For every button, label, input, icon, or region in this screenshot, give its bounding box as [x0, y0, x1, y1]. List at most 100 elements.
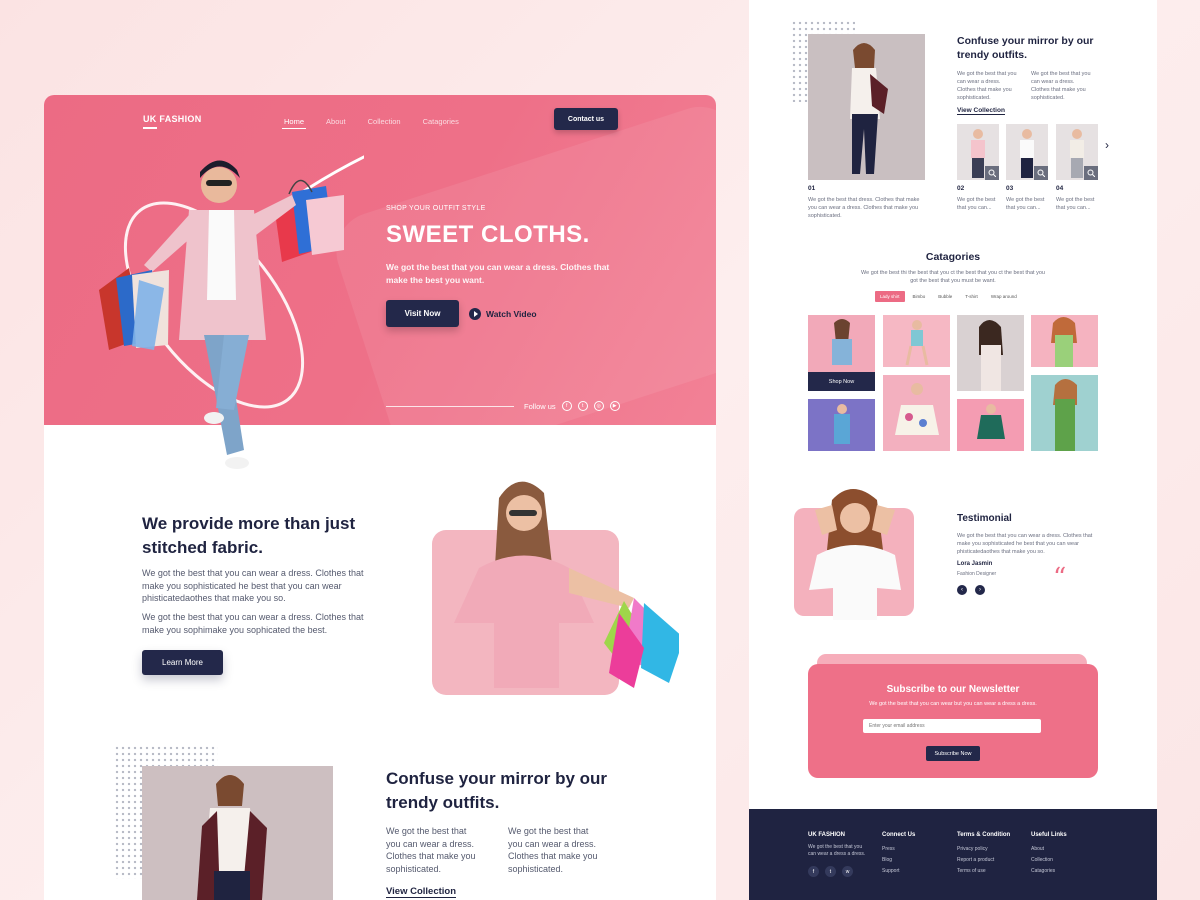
- category-tile[interactable]: [1031, 315, 1098, 367]
- outfit-photo: [142, 766, 333, 900]
- testimonial-role: Fashion Designer: [957, 571, 997, 577]
- footer-link-about[interactable]: About: [1031, 846, 1067, 852]
- next-arrow-icon[interactable]: ›: [975, 585, 985, 595]
- twitter-icon[interactable]: t: [825, 866, 836, 877]
- outfits-col-1: We got the best that you can wear a dres…: [386, 826, 476, 874]
- subscribe-button[interactable]: Subscribe Now: [926, 746, 980, 761]
- footer-connect: Connect Us Press Blog Support: [882, 832, 915, 879]
- category-tile[interactable]: [1031, 375, 1098, 451]
- chevron-right-icon[interactable]: ›: [1105, 138, 1109, 152]
- footer-useful: Useful Links About Collection Catagories: [1031, 832, 1067, 879]
- nav-about[interactable]: About: [326, 117, 346, 126]
- outfits-title: Confuse your mirror by our trendy outfit…: [957, 35, 1094, 61]
- twitter-icon[interactable]: t: [577, 401, 588, 411]
- outfit-main-photo[interactable]: [808, 34, 925, 180]
- footer-logo[interactable]: UK FASHION: [808, 832, 870, 838]
- testimonial-text: We got the best that you can wear a dres…: [957, 533, 1093, 555]
- view-collection-link[interactable]: View Collection: [957, 107, 1005, 115]
- shop-now-button[interactable]: Shop Now: [808, 372, 875, 391]
- follow-us: Follow us f t ◎ ▶: [386, 401, 620, 411]
- outfit-thumb-03[interactable]: [1006, 124, 1048, 180]
- footer-heading: Useful Links: [1031, 832, 1067, 838]
- outfit-thumb-04[interactable]: [1056, 124, 1098, 180]
- contact-button[interactable]: Contact us: [554, 108, 618, 130]
- footer-link-report[interactable]: Report a product: [957, 857, 1010, 863]
- zoom-icon[interactable]: [1084, 166, 1098, 180]
- youtube-icon[interactable]: ▶: [609, 401, 620, 411]
- outfit-num-02: 02: [957, 185, 965, 192]
- outfit-desc-01: We got the best that dress. Clothes that…: [808, 197, 920, 219]
- zoom-icon[interactable]: [1034, 166, 1048, 180]
- category-tabs: Lady shirt Bimbo Bubble T-shirt Wrap aro…: [875, 291, 1022, 302]
- nav-categories[interactable]: Catagories: [423, 117, 459, 126]
- testimonial-name: Lora Jasmin: [957, 561, 993, 567]
- testimonial-model-image: [809, 489, 901, 620]
- category-tile[interactable]: [808, 399, 875, 451]
- category-tile[interactable]: [883, 315, 950, 367]
- footer-link-press[interactable]: Press: [882, 846, 915, 852]
- divider: [386, 405, 514, 407]
- outfit-num-01: 01: [808, 185, 816, 192]
- footer-heading: Terms & Condition: [957, 832, 1011, 838]
- zoom-icon[interactable]: [985, 166, 999, 180]
- prev-arrow-icon[interactable]: ‹: [957, 585, 967, 595]
- footer-terms: Terms & Condition Privacy policy Report …: [957, 832, 1010, 879]
- outfit-desc-03: We got the best that you can...: [1006, 197, 1045, 211]
- about-title: We provide more than just stitched fabri…: [142, 514, 356, 557]
- footer-desc: We got the best that you can wear a dres…: [808, 844, 866, 857]
- footer-link-collection[interactable]: Collection: [1031, 857, 1067, 863]
- view-collection-link[interactable]: View Collection: [386, 886, 457, 898]
- watch-video-label: Watch Video: [486, 309, 537, 319]
- footer-link-support[interactable]: Support: [882, 868, 915, 874]
- outfits-col-2: We got the best that you can wear a dres…: [508, 826, 598, 874]
- about-model-image: [454, 481, 679, 688]
- categories-desc: We got the best thi the best that you ct…: [861, 270, 1045, 284]
- footer-link-privacy[interactable]: Privacy policy: [957, 846, 1010, 852]
- testimonial-title: Testimonial: [957, 513, 1012, 524]
- hero-model-image: [99, 155, 364, 469]
- newsletter-subtitle: We got the best that you can wear but yo…: [869, 701, 1037, 707]
- nav-home[interactable]: Home: [281, 117, 307, 129]
- landing-page-left: UK FASHION Home About Collection Catagor…: [44, 95, 716, 900]
- main-nav: Home About Collection Catagories: [281, 117, 459, 129]
- outfits-title: Confuse your mirror by our trendy outfit…: [386, 769, 608, 812]
- watch-video-link[interactable]: Watch Video: [469, 308, 537, 320]
- about-paragraph-2: We got the best that you can wear a dres…: [142, 612, 364, 635]
- outfit-thumb-02[interactable]: [957, 124, 999, 180]
- outfits-col-1: We got the best that you can wear a dres…: [957, 71, 1017, 101]
- outfit-desc-02: We got the best that you can...: [957, 197, 996, 211]
- logo[interactable]: UK FASHION: [143, 114, 202, 129]
- category-tile[interactable]: [883, 375, 950, 451]
- tab-lady-shirt[interactable]: Lady shirt: [875, 291, 905, 302]
- category-tile[interactable]: [957, 315, 1024, 391]
- footer-link-categories[interactable]: Catagories: [1031, 868, 1067, 874]
- email-field[interactable]: [863, 719, 1041, 733]
- footer-link-blog[interactable]: Blog: [882, 857, 915, 863]
- footer-heading: Connect Us: [882, 832, 916, 838]
- footer-social: f t w: [808, 866, 870, 877]
- category-tile[interactable]: Shop Now: [808, 315, 875, 391]
- newsletter-title: Subscribe to our Newsletter: [886, 684, 1020, 695]
- facebook-icon[interactable]: f: [561, 401, 572, 411]
- hero-title: SWEET CLOTHS.: [386, 221, 590, 248]
- instagram-icon[interactable]: ◎: [593, 401, 604, 411]
- outfit-num-04: 04: [1056, 185, 1064, 192]
- tab-wrap-around[interactable]: Wrap around: [985, 291, 1022, 302]
- tab-bubble[interactable]: Bubble: [933, 291, 958, 302]
- newsletter-card: Subscribe to our Newsletter We got the b…: [808, 664, 1098, 778]
- category-tile[interactable]: [957, 399, 1024, 451]
- whatsapp-icon[interactable]: w: [842, 866, 853, 877]
- nav-collection[interactable]: Collection: [368, 117, 401, 126]
- play-icon: [469, 308, 481, 320]
- follow-label: Follow us: [524, 401, 556, 411]
- hero-eyebrow: SHOP YOUR OUTFIT STYLE: [386, 205, 486, 212]
- footer: UK FASHION We got the best that you can …: [749, 809, 1157, 900]
- footer-link-terms[interactable]: Terms of use: [957, 868, 1010, 874]
- categories-title: Catagories: [925, 251, 981, 263]
- facebook-icon[interactable]: f: [808, 866, 819, 877]
- about-paragraph-1: We got the best that you can wear a dres…: [142, 568, 364, 603]
- visit-now-button[interactable]: Visit Now: [386, 300, 459, 327]
- tab-t-shirt[interactable]: T-shirt: [960, 291, 983, 302]
- learn-more-button[interactable]: Learn More: [142, 650, 223, 675]
- tab-bimbo[interactable]: Bimbo: [907, 291, 931, 302]
